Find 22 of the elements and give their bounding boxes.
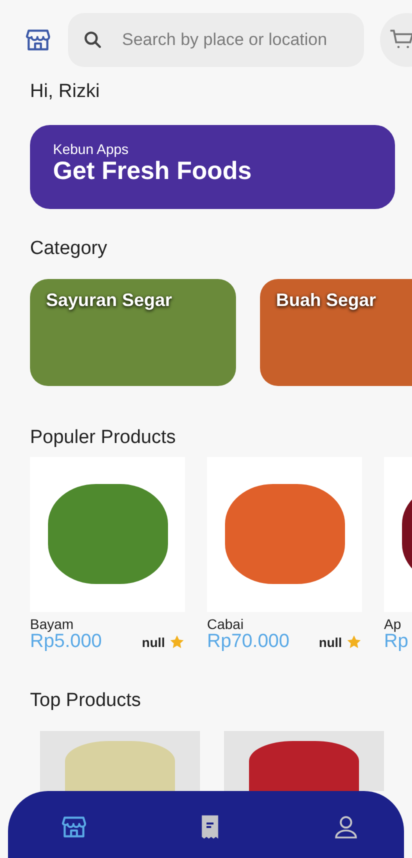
product-name: Bayam — [30, 616, 75, 632]
section-title: Category — [30, 236, 108, 260]
product-name: Cabai — [207, 616, 245, 632]
section-title: Populer Products — [30, 426, 177, 450]
section-title: Top Products — [30, 688, 142, 713]
category-card[interactable]: Buah Segar — [260, 279, 412, 386]
product-price: Rp — [384, 632, 408, 653]
banner-title: Get Fresh Foods — [53, 156, 253, 186]
search-field[interactable]: Search by place or location — [68, 13, 364, 67]
banner-subtitle: Kebun Apps — [53, 142, 130, 156]
category-label: Buah Segar — [276, 290, 376, 310]
product-price: Rp70.000 — [207, 632, 290, 653]
greeting-text: Hi, Rizki — [30, 80, 101, 104]
product-price: Rp5.000 — [30, 632, 102, 653]
star-icon — [346, 634, 362, 650]
star-icon — [169, 634, 185, 650]
rating-value: null — [142, 634, 165, 652]
category-card[interactable]: Sayuran Segar — [30, 279, 236, 386]
product-name: Ap — [384, 616, 402, 632]
rating-value: null — [318, 634, 342, 652]
product-photo[interactable] — [224, 731, 384, 792]
category-label: Sayuran Segar — [46, 290, 172, 310]
